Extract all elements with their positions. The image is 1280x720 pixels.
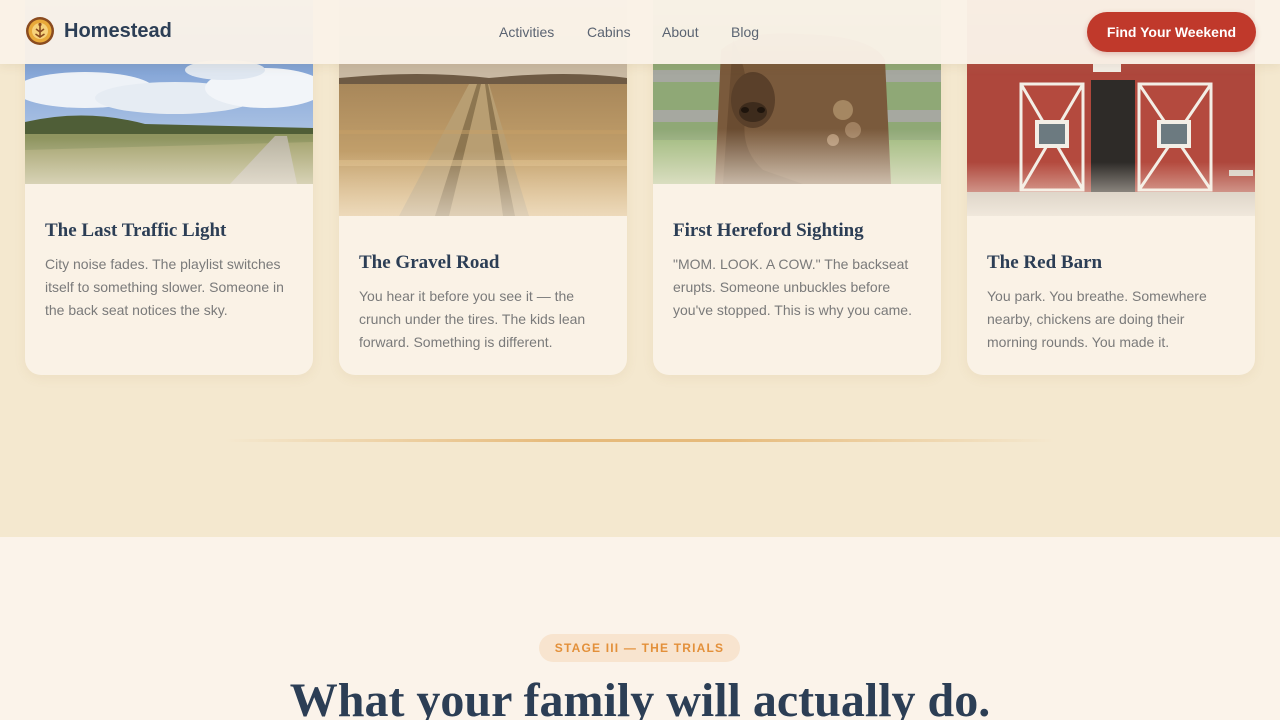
card-text: "MOM. LOOK. A COW." The backseat erupts.… [673, 256, 912, 318]
card-title: First Hereford Sighting [673, 220, 864, 241]
nav-link-about[interactable]: About [662, 24, 699, 40]
card-title: The Gravel Road [359, 252, 500, 273]
activities-section: STAGE III — THE TRIALS What your family … [0, 537, 1280, 720]
nav-link-activities[interactable]: Activities [499, 24, 554, 40]
nav-link-cabins[interactable]: Cabins [587, 24, 631, 40]
section-divider [225, 439, 1055, 442]
card-text: You hear it before you see it — the crun… [359, 288, 586, 350]
find-your-weekend-button[interactable]: Find Your Weekend [1087, 12, 1256, 52]
card-title: The Red Barn [987, 252, 1103, 273]
section-heading: What your family will actually do. [289, 674, 991, 720]
card-text: City noise fades. The playlist switches … [45, 256, 284, 318]
card-title: The Last Traffic Light [45, 220, 227, 241]
card-text: You park. You breathe. Somewhere nearby,… [987, 288, 1207, 350]
nav-link-blog[interactable]: Blog [731, 24, 759, 40]
stage-badge: STAGE III — THE TRIALS [539, 634, 740, 662]
top-navigation: Homestead Activities Cabins About Blog F… [0, 0, 1280, 64]
